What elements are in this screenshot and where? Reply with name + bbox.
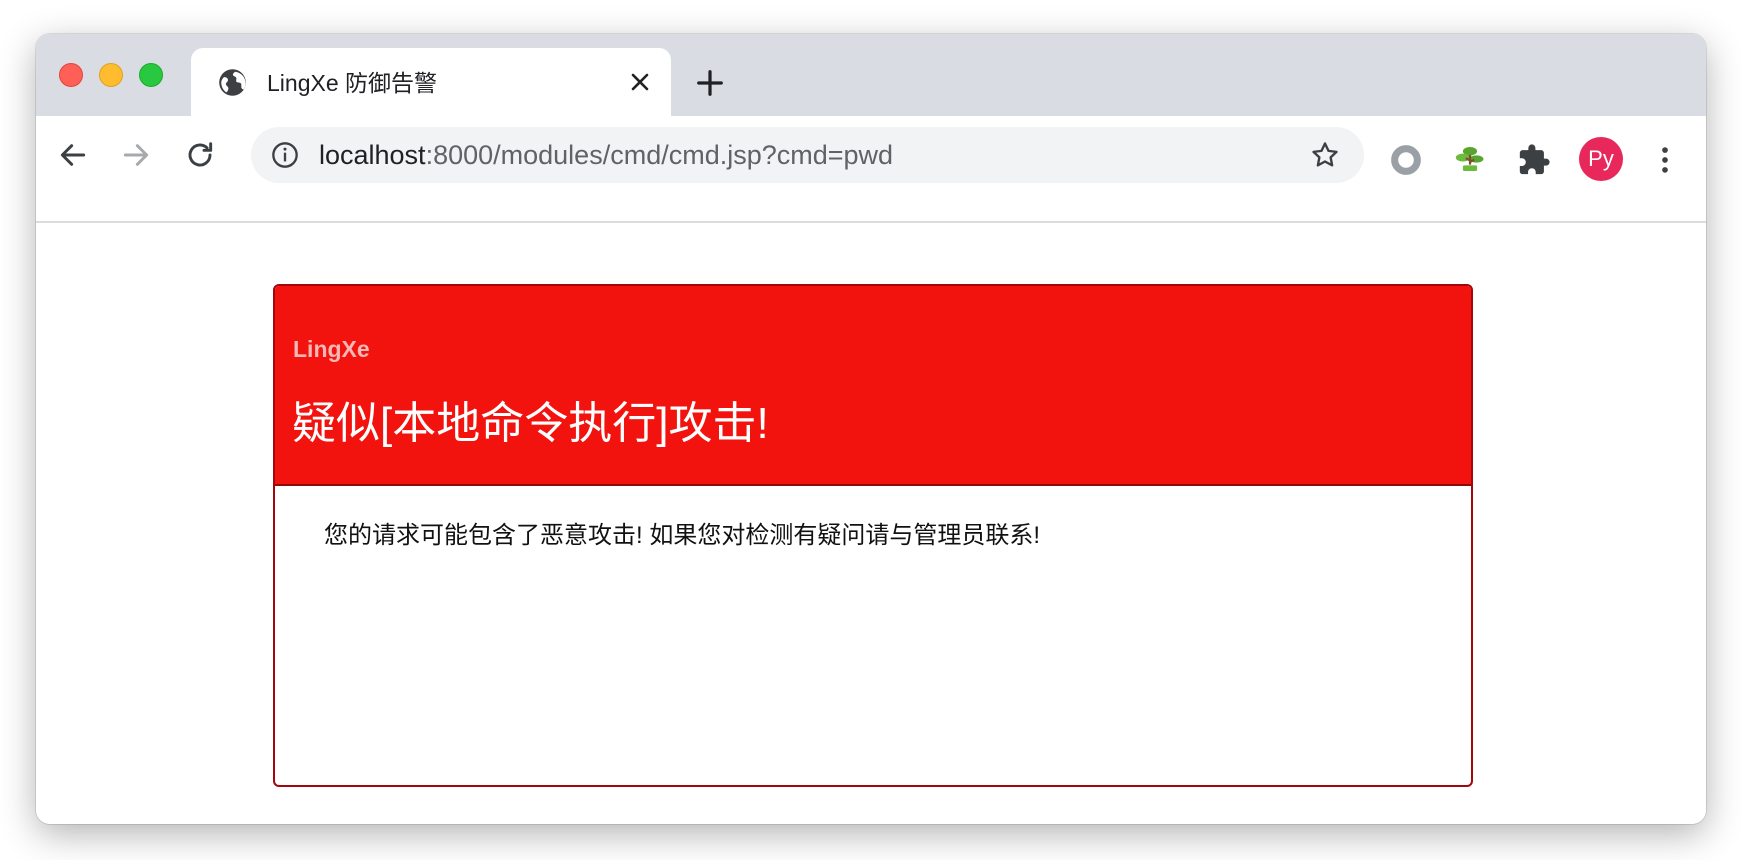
- address-bar[interactable]: localhost:8000/modules/cmd/cmd.jsp?cmd=p…: [251, 127, 1364, 183]
- url-text[interactable]: localhost:8000/modules/cmd/cmd.jsp?cmd=p…: [319, 139, 893, 171]
- url-host: localhost: [319, 140, 426, 170]
- reload-icon[interactable]: [184, 139, 216, 171]
- alert-card: LingXe 疑似[本地命令执行]攻击! 您的请求可能包含了恶意攻击! 如果您对…: [273, 284, 1473, 787]
- ring-extension-icon[interactable]: [1389, 143, 1423, 177]
- brand-label: LingXe: [293, 336, 370, 362]
- window-minimize-button[interactable]: [99, 63, 123, 87]
- new-tab-button[interactable]: [695, 68, 725, 98]
- alert-message: 您的请求可能包含了恶意攻击! 如果您对检测有疑问请与管理员联系!: [324, 522, 1041, 549]
- url-path: :8000/modules/cmd/cmd.jsp?cmd=pwd: [425, 140, 894, 170]
- forward-arrow-icon[interactable]: [120, 139, 152, 171]
- tab-title: LingXe 防御告警: [267, 70, 438, 96]
- alert-title: 疑似[本地命令执行]攻击!: [292, 399, 769, 448]
- puzzle-icon[interactable]: [1517, 143, 1551, 177]
- browser-toolbar: localhost:8000/modules/cmd/cmd.jsp?cmd=p…: [36, 116, 1706, 223]
- tab-strip: LingXe 防御告警: [36, 34, 1706, 116]
- back-arrow-icon[interactable]: [57, 139, 89, 171]
- star-icon[interactable]: [1310, 140, 1340, 170]
- tab-active[interactable]: LingXe 防御告警: [191, 48, 671, 116]
- page-content: LingXe 疑似[本地命令执行]攻击! 您的请求可能包含了恶意攻击! 如果您对…: [36, 223, 1706, 824]
- bonsai-extension-icon[interactable]: [1453, 142, 1487, 176]
- globe-icon: [219, 69, 246, 96]
- profile-avatar[interactable]: Py: [1579, 137, 1623, 181]
- tab-close-icon[interactable]: [628, 70, 652, 94]
- alert-header: LingXe 疑似[本地命令执行]攻击!: [275, 286, 1471, 486]
- window-close-button[interactable]: [59, 63, 83, 87]
- kebab-menu-icon[interactable]: [1648, 143, 1682, 177]
- browser-window: LingXe 防御告警 localhost:8000/modules/cmd/c…: [36, 34, 1706, 824]
- window-maximize-button[interactable]: [139, 63, 163, 87]
- info-icon[interactable]: [271, 141, 299, 169]
